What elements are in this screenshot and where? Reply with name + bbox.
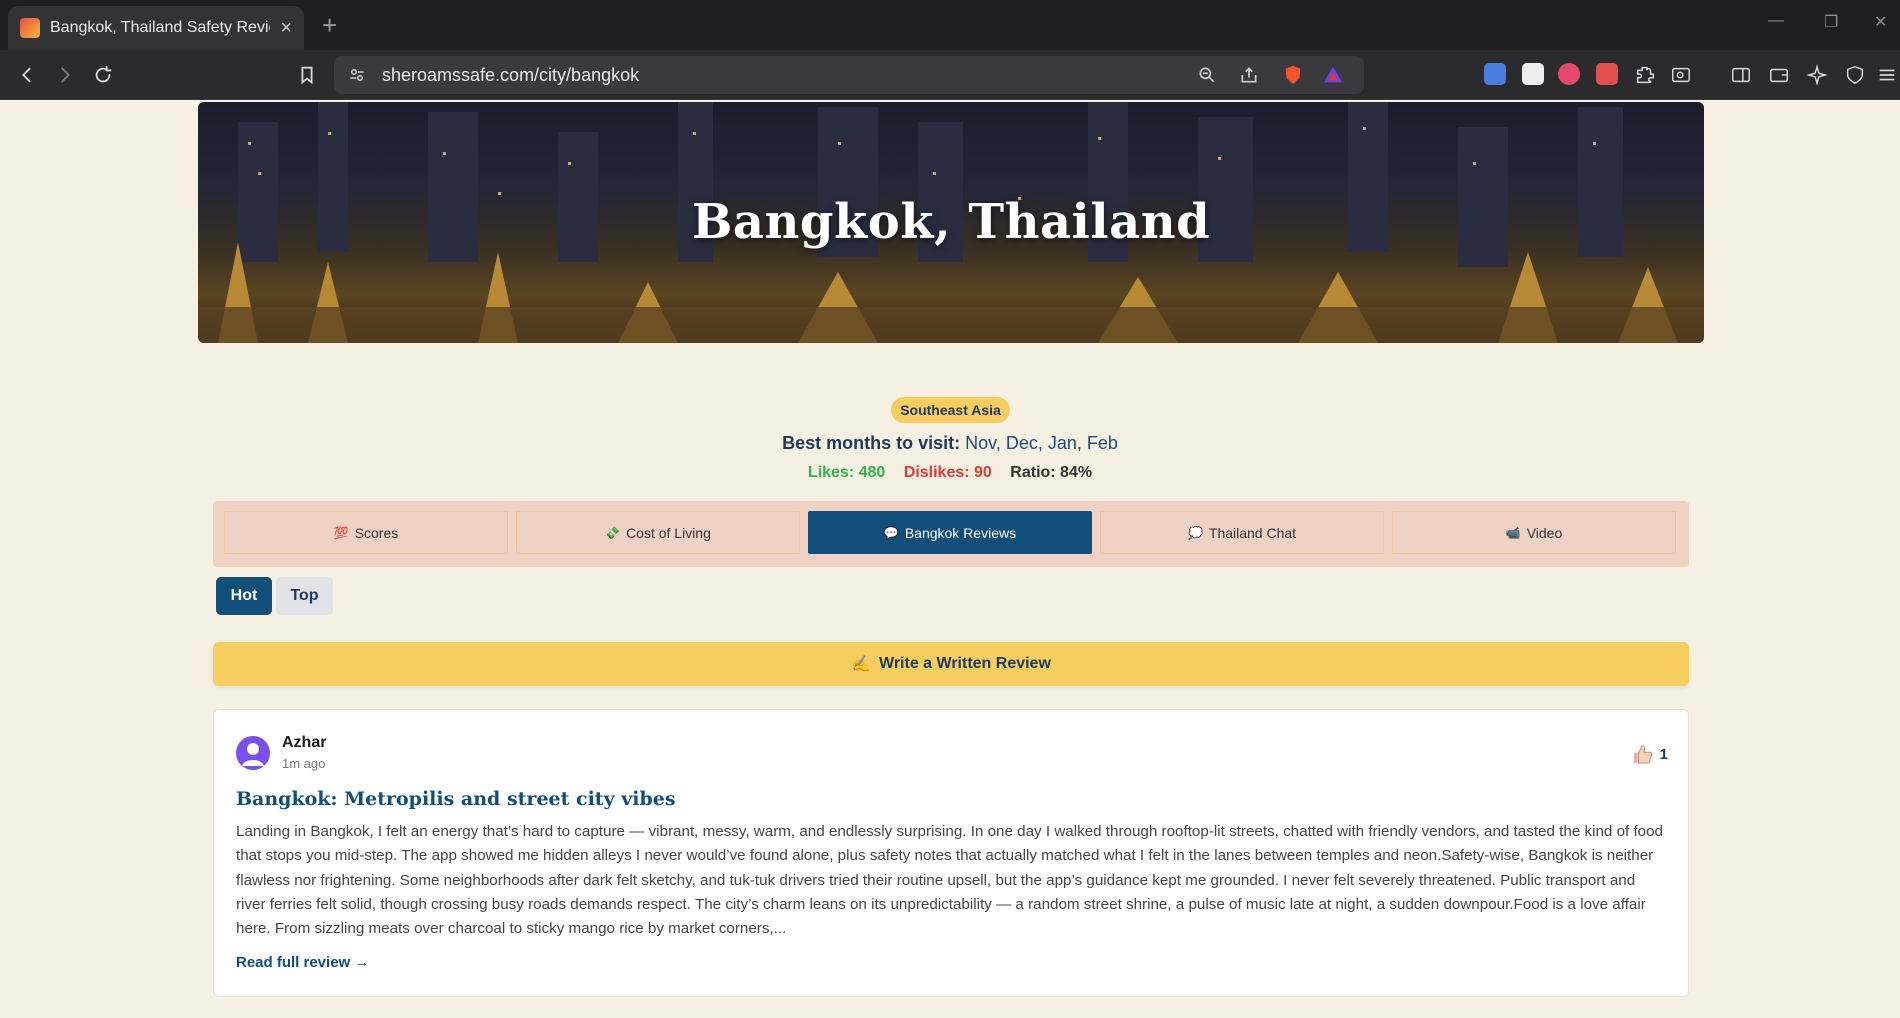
address-bar[interactable]: sheroamssafe.com/city/bangkok [334, 56, 1364, 94]
vote-stats: Likes: 480 Dislikes: 90 Ratio: 84% [0, 464, 1900, 482]
review-timestamp: 1m ago [282, 756, 326, 771]
sort-hot-button[interactable]: Hot [216, 577, 272, 615]
reload-icon[interactable] [90, 62, 116, 88]
user-icon [242, 743, 264, 766]
review-like-count: 1 [1659, 745, 1668, 763]
best-months-label: Best months to visit: [782, 433, 961, 453]
sort-top-button[interactable]: Top [276, 577, 333, 615]
read-full-review-link[interactable]: Read full review → [236, 954, 369, 971]
like-ratio: Ratio: 84% [1010, 464, 1093, 481]
city-hero-banner: Bangkok, Thailand [198, 102, 1704, 343]
best-months: Best months to visit: Nov, Dec, Jan, Feb [0, 433, 1900, 454]
close-tab-icon[interactable]: × [280, 17, 292, 40]
extensions-icon[interactable] [1632, 62, 1658, 88]
minimize-window-icon[interactable]: — [1768, 12, 1784, 30]
money-icon: 💸 [605, 525, 621, 540]
url-text: sheroamssafe.com/city/bangkok [382, 65, 640, 85]
review-like-button[interactable]: 1 [1632, 744, 1668, 764]
search-tab-icon[interactable] [1668, 62, 1694, 88]
region-badge: Southeast Asia [891, 397, 1010, 423]
hundred-points-icon: 💯 [333, 525, 349, 540]
write-review-label: Write a Written Review [879, 655, 1051, 672]
screenshot-extension-icon[interactable] [1596, 63, 1618, 85]
city-title: Bangkok, Thailand [691, 194, 1211, 250]
brave-shields-icon[interactable] [1282, 64, 1304, 86]
tab-label: Thailand Chat [1208, 524, 1297, 541]
site-settings-icon[interactable] [346, 64, 368, 86]
share-icon[interactable] [1238, 64, 1260, 86]
thumbs-up-icon [1633, 745, 1652, 764]
new-tab-button[interactable]: + [322, 10, 337, 41]
close-window-icon[interactable]: ✕ [1874, 12, 1887, 32]
tab-video[interactable]: 📹 Video [1392, 511, 1676, 554]
section-tabs: 💯 Scores 💸 Cost of Living 💬 Bangkok Revi… [213, 501, 1689, 567]
writing-hand-icon: ✍️ [851, 656, 871, 673]
thought-bubble-icon: 💭 [1187, 525, 1203, 540]
wallet-icon[interactable] [1766, 62, 1792, 88]
tab-scores[interactable]: 💯 Scores [224, 511, 508, 554]
write-review-button[interactable]: ✍️ Write a Written Review [213, 642, 1689, 686]
leo-ai-icon[interactable] [1804, 62, 1830, 88]
likes-count: Likes: 480 [807, 464, 886, 481]
zoom-icon[interactable] [1196, 64, 1218, 86]
translate-extension-icon[interactable] [1484, 63, 1506, 85]
avatar[interactable] [236, 736, 270, 770]
tab-label: Bangkok Reviews [904, 524, 1017, 541]
speech-bubble-icon: 💬 [883, 525, 899, 540]
tab-city-reviews[interactable]: 💬 Bangkok Reviews [808, 511, 1092, 554]
tab-label: Cost of Living [626, 524, 711, 541]
back-icon[interactable] [14, 62, 40, 88]
tab-label: Video [1526, 524, 1563, 541]
notes-extension-icon[interactable] [1522, 63, 1544, 85]
vpn-icon[interactable] [1842, 62, 1868, 88]
review-body: Landing in Bangkok, I felt an energy tha… [236, 823, 1664, 938]
sidebar-icon[interactable] [1728, 62, 1754, 88]
tab-title: Bangkok, Thailand Safety Review [50, 19, 271, 36]
dislikes-count: Dislikes: 90 [903, 464, 992, 481]
browser-tabbar: Bangkok, Thailand Safety Review × + — ❐ … [0, 0, 1900, 50]
site-favicon-icon [20, 18, 40, 38]
browser-toolbar: sheroamssafe.com/city/bangkok [0, 50, 1900, 100]
review-author[interactable]: Azhar [282, 734, 326, 752]
video-camera-icon: 📹 [1505, 525, 1521, 540]
tab-label: Scores [354, 524, 399, 541]
brave-rewards-icon[interactable] [1322, 64, 1344, 86]
review-card: Azhar 1m ago 1 Bangkok: Metropilis and s… [213, 709, 1689, 997]
best-months-value: Nov, Dec, Jan, Feb [965, 433, 1118, 453]
color-extension-icon[interactable] [1558, 63, 1580, 85]
tab-country-chat[interactable]: 💭 Thailand Chat [1100, 511, 1384, 554]
bookmark-icon[interactable] [294, 62, 320, 88]
browser-tab[interactable]: Bangkok, Thailand Safety Review × [8, 6, 304, 50]
tab-cost-of-living[interactable]: 💸 Cost of Living [516, 511, 800, 554]
forward-icon[interactable] [52, 62, 78, 88]
review-title[interactable]: Bangkok: Metropilis and street city vibe… [236, 788, 676, 810]
restore-window-icon[interactable]: ❐ [1824, 12, 1838, 32]
menu-icon[interactable] [1874, 62, 1900, 88]
